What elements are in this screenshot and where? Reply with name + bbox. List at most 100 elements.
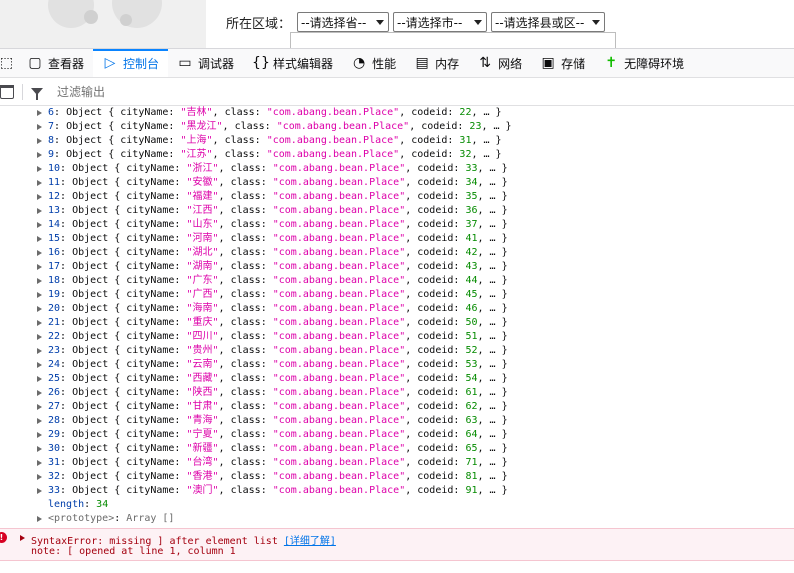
console-entry-row[interactable]: 24: Object { cityName: "云南", class: "com… [0,358,794,372]
console-entry-row[interactable]: 31: Object { cityName: "台湾", class: "com… [0,456,794,470]
tab-accessibility[interactable]: ✝ 无障碍环境 [594,49,693,77]
console-entry-row[interactable]: 15: Object { cityName: "河南", class: "com… [0,232,794,246]
expand-triangle-icon[interactable] [37,180,42,186]
expand-triangle-icon[interactable] [37,362,42,368]
expand-triangle-icon[interactable] [37,488,42,494]
console-entry-row[interactable]: 19: Object { cityName: "广西", class: "com… [0,288,794,302]
entry-index: 29 [48,429,61,440]
expand-triangle-icon[interactable] [37,474,42,480]
expand-triangle-icon[interactable] [37,264,42,270]
console-entry-row[interactable]: 10: Object { cityName: "浙江", class: "com… [0,162,794,176]
expand-triangle-icon[interactable] [37,110,42,116]
expand-triangle-icon[interactable] [37,390,42,396]
class-value: com.abang.bean.Place [282,121,404,132]
expand-triangle-icon[interactable] [37,222,42,228]
chevron-down-icon [592,20,601,25]
expand-triangle-icon[interactable] [37,250,42,256]
length-row: length: 34 [48,499,109,510]
length-label: length [48,499,85,510]
expand-triangle-icon[interactable] [20,535,25,541]
expand-triangle-icon[interactable] [37,292,42,298]
console-entry-row[interactable]: 12: Object { cityName: "福建", class: "com… [0,190,794,204]
console-entry-row[interactable]: 23: Object { cityName: "贵州", class: "com… [0,344,794,358]
tab-console[interactable]: ▷ 控制台 [93,49,169,77]
console-entry-row[interactable]: 17: Object { cityName: "湖南", class: "com… [0,260,794,274]
codeid-value: 61 [465,387,478,398]
expand-triangle-icon[interactable] [37,278,42,284]
codeid-value: 22 [459,107,472,118]
tab-memory[interactable]: ▤ 内存 [405,49,468,77]
element-picker-button[interactable]: ⬚ [0,49,18,77]
chevron-down-icon [474,20,483,25]
console-entry-row[interactable]: 11: Object { cityName: "安徽", class: "com… [0,176,794,190]
city-select[interactable]: --请选择市-- [393,12,488,32]
console-icon: ▷ [104,55,116,71]
console-entry-row[interactable]: 8: Object { cityName: "上海", class: "com.… [0,134,794,148]
codeid-value: 50 [465,317,478,328]
console-entry-row[interactable]: 13: Object { cityName: "江西", class: "com… [0,204,794,218]
console-entry-row[interactable]: 21: Object { cityName: "重庆", class: "com… [0,316,794,330]
console-entry-row[interactable]: 16: Object { cityName: "湖北", class: "com… [0,246,794,260]
class-value: com.abang.bean.Place [278,317,400,328]
length-value: 34 [96,499,109,510]
city-name-value: 安徽 [192,177,213,188]
expand-triangle-icon[interactable] [37,138,42,144]
codeid-value: 34 [465,177,478,188]
chevron-down-icon [376,20,385,25]
class-value: com.abang.bean.Place [278,443,400,454]
filter-output-input[interactable]: 过滤输出 [57,83,105,100]
console-entry-row[interactable]: 20: Object { cityName: "海南", class: "com… [0,302,794,316]
tab-inspector[interactable]: ▢ 查看器 [18,49,93,77]
console-entry-row[interactable]: 7: Object { cityName: "黑龙江", class: "com… [0,120,794,134]
expand-triangle-icon[interactable] [37,516,42,522]
expand-triangle-icon[interactable] [37,236,42,242]
console-entry-row[interactable]: 30: Object { cityName: "新疆", class: "com… [0,442,794,456]
console-entry-row[interactable]: 25: Object { cityName: "西藏", class: "com… [0,372,794,386]
console-entry-row[interactable]: 22: Object { cityName: "四川", class: "com… [0,330,794,344]
expand-triangle-icon[interactable] [37,306,42,312]
class-value: com.abang.bean.Place [278,331,400,342]
entry-index: 9 [48,149,55,160]
county-select[interactable]: --请选择县或区-- [491,12,606,32]
learn-more-link[interactable]: [详细了解] [284,536,336,547]
trash-icon[interactable] [0,84,14,99]
expand-triangle-icon[interactable] [37,460,42,466]
expand-triangle-icon[interactable] [37,376,42,382]
tab-storage[interactable]: ▣ 存储 [531,49,594,77]
class-value: com.abang.bean.Place [272,149,394,160]
city-name-value: 广西 [192,289,213,300]
console-entry-row[interactable]: 32: Object { cityName: "香港", class: "com… [0,470,794,484]
console-entry-row[interactable]: 27: Object { cityName: "甘肃", class: "com… [0,400,794,414]
accessibility-icon: ✝ [605,55,617,71]
console-entry-row[interactable]: 18: Object { cityName: "广东", class: "com… [0,274,794,288]
tab-performance[interactable]: ◔ 性能 [342,49,405,77]
expand-triangle-icon[interactable] [37,418,42,424]
province-select[interactable]: --请选择省-- [297,12,390,32]
expand-triangle-icon[interactable] [37,320,42,326]
expand-triangle-icon[interactable] [37,404,42,410]
tab-debugger[interactable]: ▭ 调试器 [168,49,243,77]
console-entry-row[interactable]: 29: Object { cityName: "宁夏", class: "com… [0,428,794,442]
tab-network[interactable]: ⇅ 网络 [468,49,531,77]
console-entry-row[interactable]: 6: Object { cityName: "吉林", class: "com.… [0,106,794,120]
console-entry-row[interactable]: 14: Object { cityName: "山东", class: "com… [0,218,794,232]
class-value: com.abang.bean.Place [278,373,400,384]
console-entry-row[interactable]: 33: Object { cityName: "澳门", class: "com… [0,484,794,498]
expand-triangle-icon[interactable] [37,432,42,438]
prototype-row[interactable]: <prototype>: Array [] [0,512,794,526]
class-value: com.abang.bean.Place [278,177,400,188]
expand-triangle-icon[interactable] [37,166,42,172]
expand-triangle-icon[interactable] [37,446,42,452]
tab-style-editor[interactable]: {} 样式编辑器 [243,49,342,77]
expand-triangle-icon[interactable] [37,208,42,214]
console-entry-row[interactable]: 26: Object { cityName: "陕西", class: "com… [0,386,794,400]
expand-triangle-icon[interactable] [37,152,42,158]
city-name-value: 福建 [192,191,213,202]
console-entry-row[interactable]: 28: Object { cityName: "青海", class: "com… [0,414,794,428]
console-entry-row[interactable]: 9: Object { cityName: "江苏", class: "com.… [0,148,794,162]
expand-triangle-icon[interactable] [37,348,42,354]
expand-triangle-icon[interactable] [37,334,42,340]
expand-triangle-icon[interactable] [37,194,42,200]
entry-index: 18 [48,275,61,286]
expand-triangle-icon[interactable] [37,124,42,130]
